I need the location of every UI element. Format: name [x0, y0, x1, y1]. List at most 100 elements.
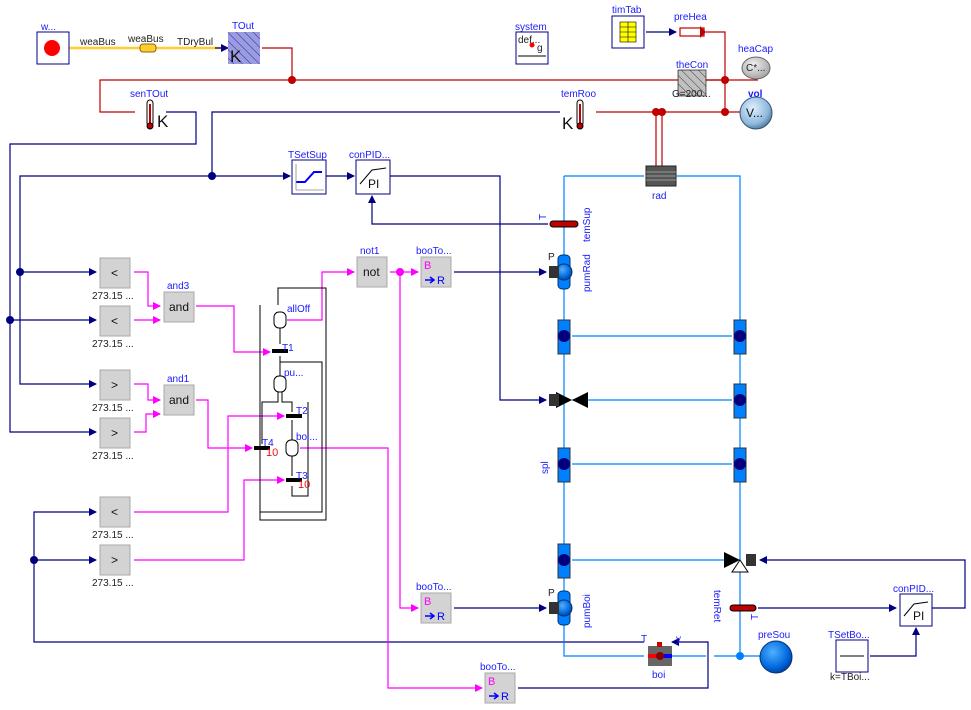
- temroo-sensor[interactable]: temRoo K: [561, 89, 596, 133]
- tout-heat-wire[interactable]: [262, 47, 725, 81]
- bootorea-r: R: [437, 611, 445, 623]
- comparator-1[interactable]: < 273.15 ...: [92, 257, 134, 302]
- transition-t1[interactable]: T1: [272, 343, 294, 354]
- splitter-left-2[interactable]: spl: [540, 447, 571, 483]
- bootorea-2[interactable]: booTo... B R: [416, 582, 452, 624]
- sentout-sensor[interactable]: senTOut K: [130, 89, 169, 131]
- conpid-rad-label: conPID...: [349, 150, 390, 161]
- tout-unit: K: [230, 47, 242, 66]
- step-label: boi...: [296, 432, 318, 443]
- transition-t4[interactable]: T4 10: [254, 438, 278, 459]
- system-block[interactable]: system def... g: [515, 22, 549, 65]
- tout-label: TOut: [232, 21, 254, 32]
- and3-to-t1-wire[interactable]: [196, 305, 271, 356]
- weather-bus-label: weaBus: [79, 37, 116, 48]
- prehea-label: preHea: [674, 12, 707, 23]
- prehea-heat-wire[interactable]: [706, 31, 726, 80]
- not-to-bootorea2-wire[interactable]: [399, 272, 419, 612]
- sun-icon: [44, 40, 60, 56]
- junction-boolean: [396, 268, 404, 276]
- radiator[interactable]: rad: [645, 165, 677, 202]
- pumboi-pump[interactable]: P pumBoi: [548, 588, 593, 628]
- comparator-param: 273.15 ...: [92, 451, 134, 462]
- thecon-block[interactable]: theCon G=200...: [672, 60, 711, 100]
- bootorea-b: B: [424, 596, 431, 608]
- and1-block[interactable]: and1 and: [163, 374, 195, 416]
- valve-rad[interactable]: [549, 392, 588, 408]
- rad-label: rad: [652, 191, 666, 202]
- transition-label: T1: [282, 343, 294, 354]
- sentout-heat-wire[interactable]: [99, 79, 292, 113]
- splitter-left-3[interactable]: [557, 543, 571, 579]
- sm-outer-loop: [259, 287, 327, 521]
- conpid-rad-block[interactable]: conPID... PI: [349, 150, 391, 195]
- gt2-to-and1-wire[interactable]: [134, 410, 161, 433]
- tsetsup-block[interactable]: TSetSup: [288, 150, 327, 195]
- boistep-to-bootorea3-wire[interactable]: [300, 447, 483, 692]
- bootorea-3[interactable]: booTo... B R: [480, 662, 516, 704]
- splitter-left-1[interactable]: [557, 319, 571, 355]
- comparator-3[interactable]: > 273.15 ...: [92, 369, 134, 414]
- tsetboi-block[interactable]: TSetBo... k=TBoi...: [828, 630, 870, 683]
- bootorea-to-boi-wire[interactable]: [518, 638, 709, 689]
- pumrad-pump[interactable]: P pumRad: [548, 252, 593, 292]
- transition-t3[interactable]: T3 10: [286, 471, 310, 491]
- tsetboi-wire[interactable]: [870, 627, 920, 657]
- comparator-5[interactable]: < 273.15 ...: [92, 496, 134, 541]
- and3-block[interactable]: and3 and: [163, 281, 195, 323]
- comparator-2[interactable]: < 273.15 ...: [92, 305, 134, 350]
- timtab-block[interactable]: timTab: [611, 5, 645, 49]
- conpid-to-valve-wire[interactable]: [390, 175, 547, 404]
- conpid-boi-text: PI: [913, 609, 924, 623]
- not1-block[interactable]: not1 not: [356, 246, 388, 288]
- and1-to-t4-wire[interactable]: [196, 399, 253, 452]
- comparator-symbol: >: [111, 553, 118, 567]
- gt1-to-and1-wire[interactable]: [134, 383, 161, 404]
- junction-signal: [30, 556, 38, 564]
- comparator-4[interactable]: > 273.15 ...: [92, 417, 134, 462]
- boi-label: boi: [652, 670, 665, 681]
- pumboi-label: pumBoi: [582, 594, 593, 628]
- comparator-param: 273.15 ...: [92, 403, 134, 414]
- comparator-symbol: >: [111, 426, 118, 440]
- boiler[interactable]: T y boi: [641, 634, 681, 681]
- lt1-to-and3-wire[interactable]: [134, 271, 161, 310]
- prehea-block[interactable]: preHea: [674, 12, 707, 38]
- timtab-label: timTab: [612, 5, 642, 16]
- temret-sensor[interactable]: temRet T: [711, 590, 761, 622]
- step-boi[interactable]: boi...: [285, 432, 318, 457]
- modelica-diagram: w... weaBus weaBus TDryBul TOut K system…: [6, 5, 966, 704]
- thecon-label: theCon: [676, 60, 708, 71]
- temsup-port-label: T: [538, 214, 549, 220]
- temsup-feedback-wire[interactable]: [368, 195, 548, 225]
- conpid-to-boi-valve-wire[interactable]: [759, 556, 966, 609]
- temret-label: temRet: [711, 590, 722, 622]
- splitter-right-3[interactable]: [733, 447, 747, 483]
- bootorea-1[interactable]: booTo... B R: [416, 246, 452, 288]
- comparator-param: 273.15 ...: [92, 291, 134, 302]
- cross-fluid-wires[interactable]: [572, 335, 732, 561]
- weather-data-block[interactable]: w...: [36, 22, 70, 65]
- splitter-right-2[interactable]: [733, 383, 747, 419]
- tout-block[interactable]: TOut K: [228, 21, 260, 66]
- comparator-param: 273.15 ...: [92, 530, 134, 541]
- bootorea-label: booTo...: [480, 662, 516, 673]
- step-pu[interactable]: pu...: [273, 368, 303, 393]
- not1-text: not: [363, 265, 380, 279]
- junction-signal: [6, 316, 14, 324]
- vol-block[interactable]: vol V...: [739, 89, 773, 130]
- step-alloff[interactable]: allOff: [273, 304, 310, 329]
- junction-signal: [208, 172, 216, 180]
- splitter-right-1[interactable]: [733, 319, 747, 355]
- presou-block[interactable]: preSou: [758, 630, 793, 674]
- heacap-block[interactable]: heaCap C*...: [738, 44, 773, 80]
- tsetsup-label: TSetSup: [288, 150, 327, 161]
- conpid-boi-label: conPID...: [893, 584, 934, 595]
- conpid-boi-block[interactable]: conPID... PI: [893, 584, 934, 627]
- heacap-text: C*...: [746, 63, 765, 74]
- heacap-label: heaCap: [738, 44, 773, 55]
- bootorea-r: R: [437, 275, 445, 287]
- comparator-6[interactable]: > 273.15 ...: [92, 544, 134, 589]
- bootorea-label: booTo...: [416, 246, 452, 257]
- transition-t2[interactable]: T2: [286, 406, 308, 418]
